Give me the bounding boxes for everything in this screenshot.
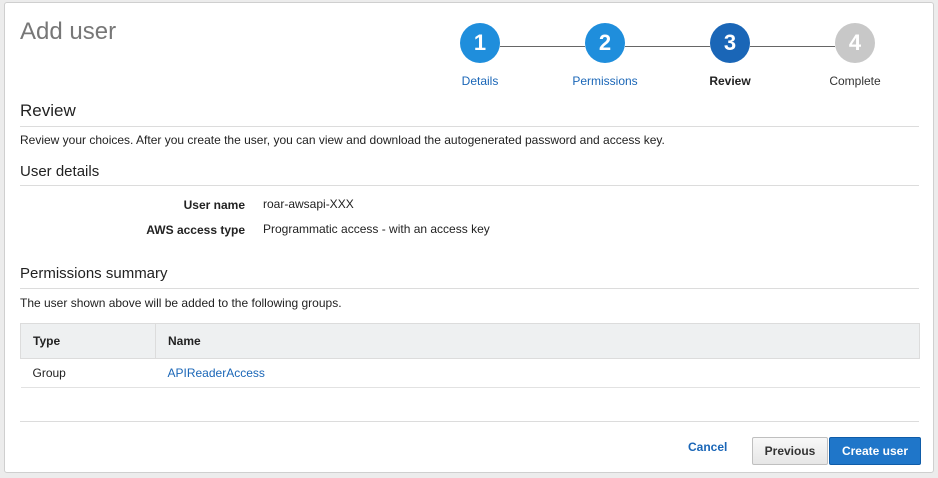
wizard-steps: 1 2 3 4 Details Permissions Review Compl… xyxy=(5,3,935,93)
row-type-cell: Group xyxy=(20,358,156,388)
permissions-description: The user shown above will be added to th… xyxy=(20,296,342,310)
access-type-value: Programmatic access - with an access key xyxy=(263,222,490,236)
step-connector xyxy=(750,46,835,47)
step-3-circle: 3 xyxy=(710,23,750,63)
create-user-button[interactable]: Create user xyxy=(829,437,921,465)
step-2-circle[interactable]: 2 xyxy=(585,23,625,63)
add-user-panel: Add user 1 2 3 4 Details Permissions Rev… xyxy=(4,2,934,473)
step-4-circle: 4 xyxy=(835,23,875,63)
step-1-circle[interactable]: 1 xyxy=(460,23,500,63)
previous-button[interactable]: Previous xyxy=(752,437,828,465)
step-connector xyxy=(500,46,585,47)
step-connector xyxy=(625,46,710,47)
permissions-summary-heading: Permissions summary xyxy=(20,265,168,282)
user-name-label: User name xyxy=(183,198,245,212)
step-details-label[interactable]: Details xyxy=(430,74,530,88)
table-row: Group APIReaderAccess xyxy=(20,358,920,388)
table-header-row: Type Name xyxy=(20,323,920,359)
column-header-name[interactable]: Name xyxy=(155,323,920,359)
divider xyxy=(20,421,919,422)
column-header-type[interactable]: Type xyxy=(20,323,156,359)
step-complete-label: Complete xyxy=(829,74,881,88)
review-description: Review your choices. After you create th… xyxy=(20,133,665,147)
permissions-table: Type Name Group APIReaderAccess xyxy=(20,323,920,388)
user-details-heading: User details xyxy=(20,163,100,180)
user-name-value: roar-awsapi-XXX xyxy=(263,197,354,211)
divider xyxy=(20,288,919,289)
review-heading: Review xyxy=(20,101,76,120)
access-type-label: AWS access type xyxy=(146,223,245,237)
divider xyxy=(20,126,919,127)
step-permissions-label[interactable]: Permissions xyxy=(555,74,655,88)
divider xyxy=(20,185,919,186)
step-review-label: Review xyxy=(709,74,751,88)
group-name-link[interactable]: APIReaderAccess xyxy=(155,358,920,388)
cancel-button[interactable]: Cancel xyxy=(688,440,727,454)
